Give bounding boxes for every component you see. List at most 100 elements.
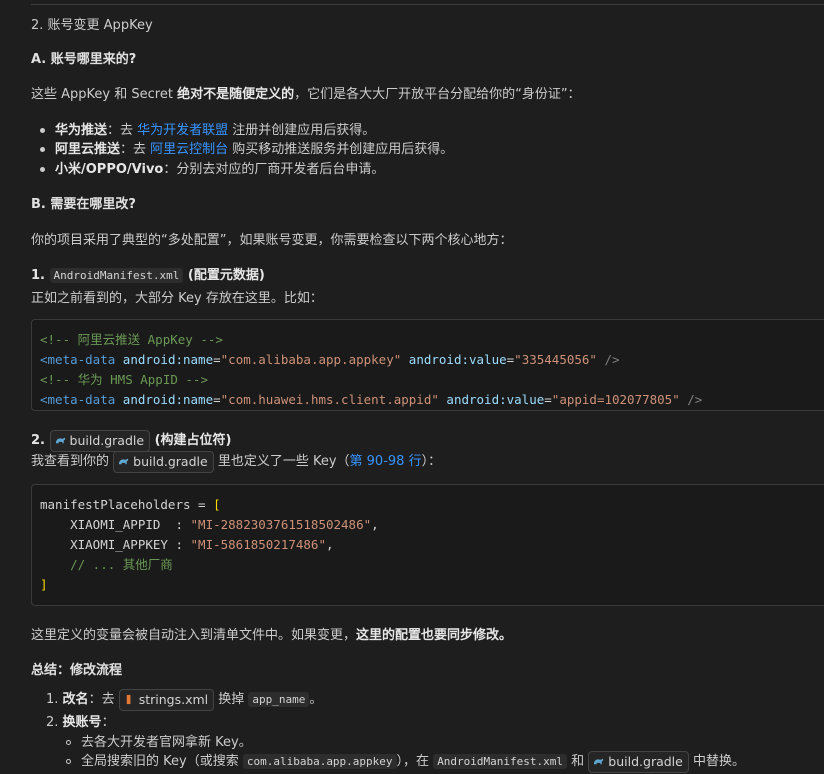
list-item-label: 小米/OPPO/Vivo [55, 162, 164, 177]
chip-label: build.gradle [133, 453, 208, 469]
gradle-note: 这里定义的变量会被自动注入到清单文件中。如果变更，这里的配置也要同步修改。 [31, 624, 512, 643]
summary-subitem: 去各大开发者官网拿新 Key。 [66, 731, 252, 750]
code-tag: <meta-data [40, 352, 116, 367]
gradle-elephant-icon [55, 437, 65, 443]
bullet-circle [66, 740, 71, 745]
item-text: 。 [309, 692, 323, 707]
bullet-circle [66, 759, 71, 764]
list-item-label: 阿里云推送 [55, 142, 121, 157]
build-gradle-chip[interactable]: build.gradle [113, 450, 214, 473]
step-suffix: (构建占位符) [150, 433, 232, 448]
code-comment: <!-- 华为 HMS AppID --> [40, 372, 208, 387]
step1-title: 1. AndroidManifest.xml (配置元数据) [31, 264, 265, 283]
code-string: "MI-2882303761518502486" [190, 517, 372, 532]
summary-item-1: 1. 改名：去 strings.xml 换掉 app_name。 [46, 688, 322, 711]
aliyun-console-link[interactable]: 阿里云控制台 [150, 142, 228, 157]
code-string: "appid=102077805" [551, 392, 680, 407]
list-item: 阿里云推送：去 阿里云控制台 购买移动推送服务并创建应用后获得。 [40, 138, 453, 157]
step1-desc: 正如之前看到的，大部分 Key 存放在这里。比如： [31, 291, 323, 306]
bullet-dot [40, 128, 45, 133]
heading-part-b: B. 需要在哪里改? [31, 197, 136, 212]
appkey-code: com.alibaba.app.appkey [242, 754, 397, 769]
list-item-label: 华为推送 [55, 123, 108, 138]
step-suffix: (配置元数据) [183, 268, 265, 283]
intro-text-post: ，它们是各大大厂开放平台分配给你的“身份证”： [294, 87, 581, 102]
list-item-text: 购买移动推送服务并创建应用后获得。 [228, 142, 454, 157]
build-gradle-chip[interactable]: build.gradle [49, 429, 151, 452]
gradle-code-block[interactable]: manifestPlaceholders = [ XIAOMI_APPID : … [31, 484, 824, 606]
part-a-intro: 这些 AppKey 和 Secret 绝对不是随便定义的，它们是各大大厂开放平台… [31, 83, 581, 102]
item-label: 改名 [62, 692, 89, 707]
chip-label: build.gradle [608, 753, 683, 769]
summary-item-2: 2. 换账号： [46, 711, 115, 730]
item-number: 2. [46, 715, 63, 730]
desc-text: 我查看到你的 [31, 454, 114, 469]
desc-text: 里也定义了一些 Key（ [213, 454, 350, 469]
item-text: 换掉 [214, 692, 249, 707]
build-gradle-chip[interactable]: build.gradle [588, 750, 689, 773]
code-close: /> [687, 392, 703, 407]
manifest-code: AndroidManifest.xml [433, 754, 568, 769]
list-item-text: ：去 [120, 142, 151, 157]
code-comment: <!-- 阿里云推送 AppKey --> [40, 332, 223, 347]
code-bracket: [ [213, 497, 221, 512]
code-comma: , [371, 517, 379, 532]
part-b-intro: 你的项目采用了典型的“多处配置”，如果账号变更，你需要检查以下两个核心地方： [31, 233, 513, 248]
list-item-text: ：去 [107, 123, 138, 138]
huawei-developer-link[interactable]: 华为开发者联盟 [137, 123, 228, 138]
heading-part-a: A. 账号哪里来的? [31, 52, 137, 67]
intro-text: 这些 AppKey 和 Secret [31, 87, 178, 102]
code-string: "com.huawei.hms.client.appid" [220, 392, 439, 407]
item-text: ：去 [88, 692, 119, 707]
code-attr: android:value [446, 392, 545, 407]
subitem-text: 去各大开发者官网拿新 Key。 [81, 735, 252, 750]
subitem-text: 全局搜索旧的 Key（或搜索 [81, 754, 243, 769]
xml-code-block[interactable]: <!-- 阿里云推送 AppKey --> <meta-data android… [31, 319, 824, 411]
code-text: manifestPlaceholders = [40, 497, 214, 512]
code-attr: android:name [122, 392, 214, 407]
note-bold: 这里的配置也要同步修改。 [356, 628, 513, 643]
code-tag: <meta-data [40, 392, 116, 407]
gradle-elephant-icon [594, 758, 604, 764]
step2-title: 2. build.gradle (构建占位符) [31, 429, 231, 452]
code-string: "335445056" [514, 352, 597, 367]
line-range-link[interactable]: 第 90-98 行 [350, 454, 422, 469]
code-bracket: ] [40, 577, 48, 592]
list-item: 小米/OPPO/Vivo：分别去对应的厂商开发者后台申请。 [40, 158, 384, 177]
step-number: 2. [31, 433, 50, 448]
step2-desc: 我查看到你的 build.gradle 里也定义了一些 Key（第 90-98 … [31, 450, 441, 473]
chip-label: strings.xml [138, 691, 209, 707]
list-item-text: ：分别去对应的厂商开发者后台申请。 [163, 162, 385, 177]
list-item: 华为推送：去 华为开发者联盟 注册并创建应用后获得。 [40, 119, 375, 138]
item-number: 1. [46, 692, 63, 707]
intro-bold: 绝对不是随便定义的 [177, 87, 295, 102]
chip-label: build.gradle [69, 432, 145, 448]
strings-xml-chip[interactable]: strings.xml [118, 688, 215, 711]
subitem-text: 和 [567, 754, 589, 769]
code-close: /> [604, 352, 620, 367]
desc-text: ）： [421, 454, 442, 469]
code-attr: android:name [122, 352, 214, 367]
summary-subitem: 全局搜索旧的 Key（或搜索 com.alibaba.app.appkey ），在… [66, 750, 745, 773]
bullet-dot [40, 147, 45, 152]
code-text: XIAOMI_APPID : [40, 517, 191, 532]
code-string: "MI-5861850217486" [190, 537, 326, 552]
code-text: XIAOMI_APPKEY : [40, 537, 191, 552]
step-number: 1. [31, 268, 50, 283]
section-title: 2. 账号变更 AppKey [31, 18, 153, 33]
bullet-dot [40, 167, 45, 172]
note-text: 这里定义的变量会被自动注入到清单文件中。如果变更， [31, 628, 357, 643]
code-comma: , [325, 537, 334, 552]
subitem-text: ），在 [396, 754, 434, 769]
item-text: ： [101, 715, 115, 730]
gradle-elephant-icon [119, 458, 129, 464]
code-comment: // ... 其他厂商 [40, 557, 173, 572]
app-name-code: app_name [248, 692, 310, 707]
code-string: "com.alibaba.app.appkey" [220, 352, 402, 367]
list-item-text: 注册并创建应用后获得。 [228, 123, 376, 138]
xml-file-icon [126, 694, 131, 704]
summary-heading: 总结：修改流程 [31, 663, 123, 678]
subitem-text: 中替换。 [688, 754, 745, 769]
item-label: 换账号 [62, 715, 102, 730]
code-attr: android:value [408, 352, 507, 367]
